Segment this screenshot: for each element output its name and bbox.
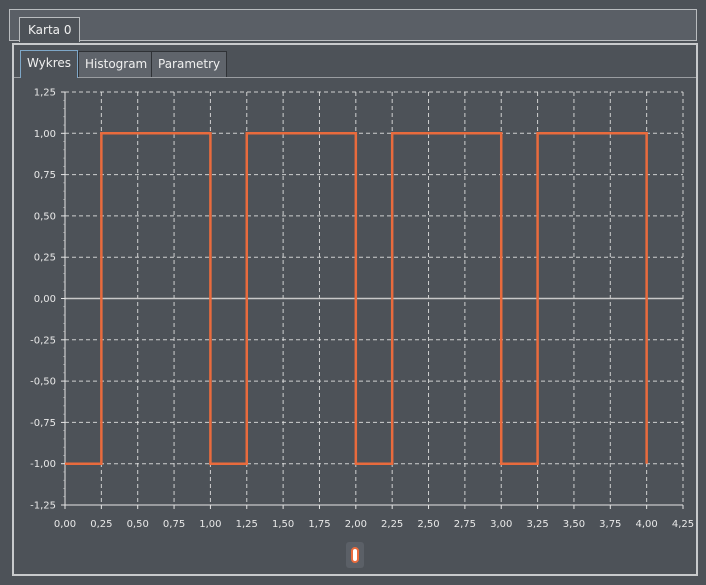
y-tick-label: 0,00 bbox=[34, 294, 56, 305]
y-tick-label: -1,00 bbox=[30, 459, 56, 470]
x-tick-label: 3,00 bbox=[490, 519, 512, 530]
y-tick-label: -0,50 bbox=[30, 377, 56, 388]
x-tick-label: 3,50 bbox=[563, 519, 585, 530]
x-tick-label: 1,75 bbox=[308, 519, 330, 530]
y-tick-label: 1,25 bbox=[34, 88, 56, 99]
x-tick-label: 1,25 bbox=[236, 519, 258, 530]
x-tick-label: 2,50 bbox=[417, 519, 439, 530]
x-tick-label: 0,25 bbox=[90, 519, 112, 530]
x-tick-label: 4,25 bbox=[672, 519, 694, 530]
x-tick-label: 0,50 bbox=[127, 519, 149, 530]
x-tick-label: 4,00 bbox=[636, 519, 658, 530]
x-tick-label: 3,25 bbox=[526, 519, 548, 530]
scroll-handle[interactable] bbox=[346, 542, 364, 568]
y-tick-label: -1,25 bbox=[30, 501, 56, 512]
y-tick-label: -0,75 bbox=[30, 418, 56, 429]
x-tick-label: 2,00 bbox=[345, 519, 367, 530]
y-tick-label: 0,75 bbox=[34, 170, 56, 181]
square-wave-chart: 0,00 0,25 0,50 0,75 1,00 1,25 1,50 1,75 2,00 2,25… bbox=[30, 88, 694, 531]
y-tick-label: 0,25 bbox=[34, 253, 56, 264]
y-tick-label: 1,00 bbox=[34, 129, 56, 140]
y-tick-label: -0,25 bbox=[30, 335, 56, 346]
x-tick-label: 0,75 bbox=[163, 519, 185, 530]
x-tick-label: 1,50 bbox=[272, 519, 294, 530]
x-tick-label: 1,00 bbox=[199, 519, 221, 530]
x-tick-label: 0,00 bbox=[54, 519, 76, 530]
scroll-knob-icon bbox=[351, 547, 359, 563]
x-tick-label: 2,25 bbox=[381, 519, 403, 530]
x-tick-label: 2,75 bbox=[454, 519, 476, 530]
x-tick-label: 3,75 bbox=[599, 519, 621, 530]
y-tick-label: 0,50 bbox=[34, 211, 56, 222]
